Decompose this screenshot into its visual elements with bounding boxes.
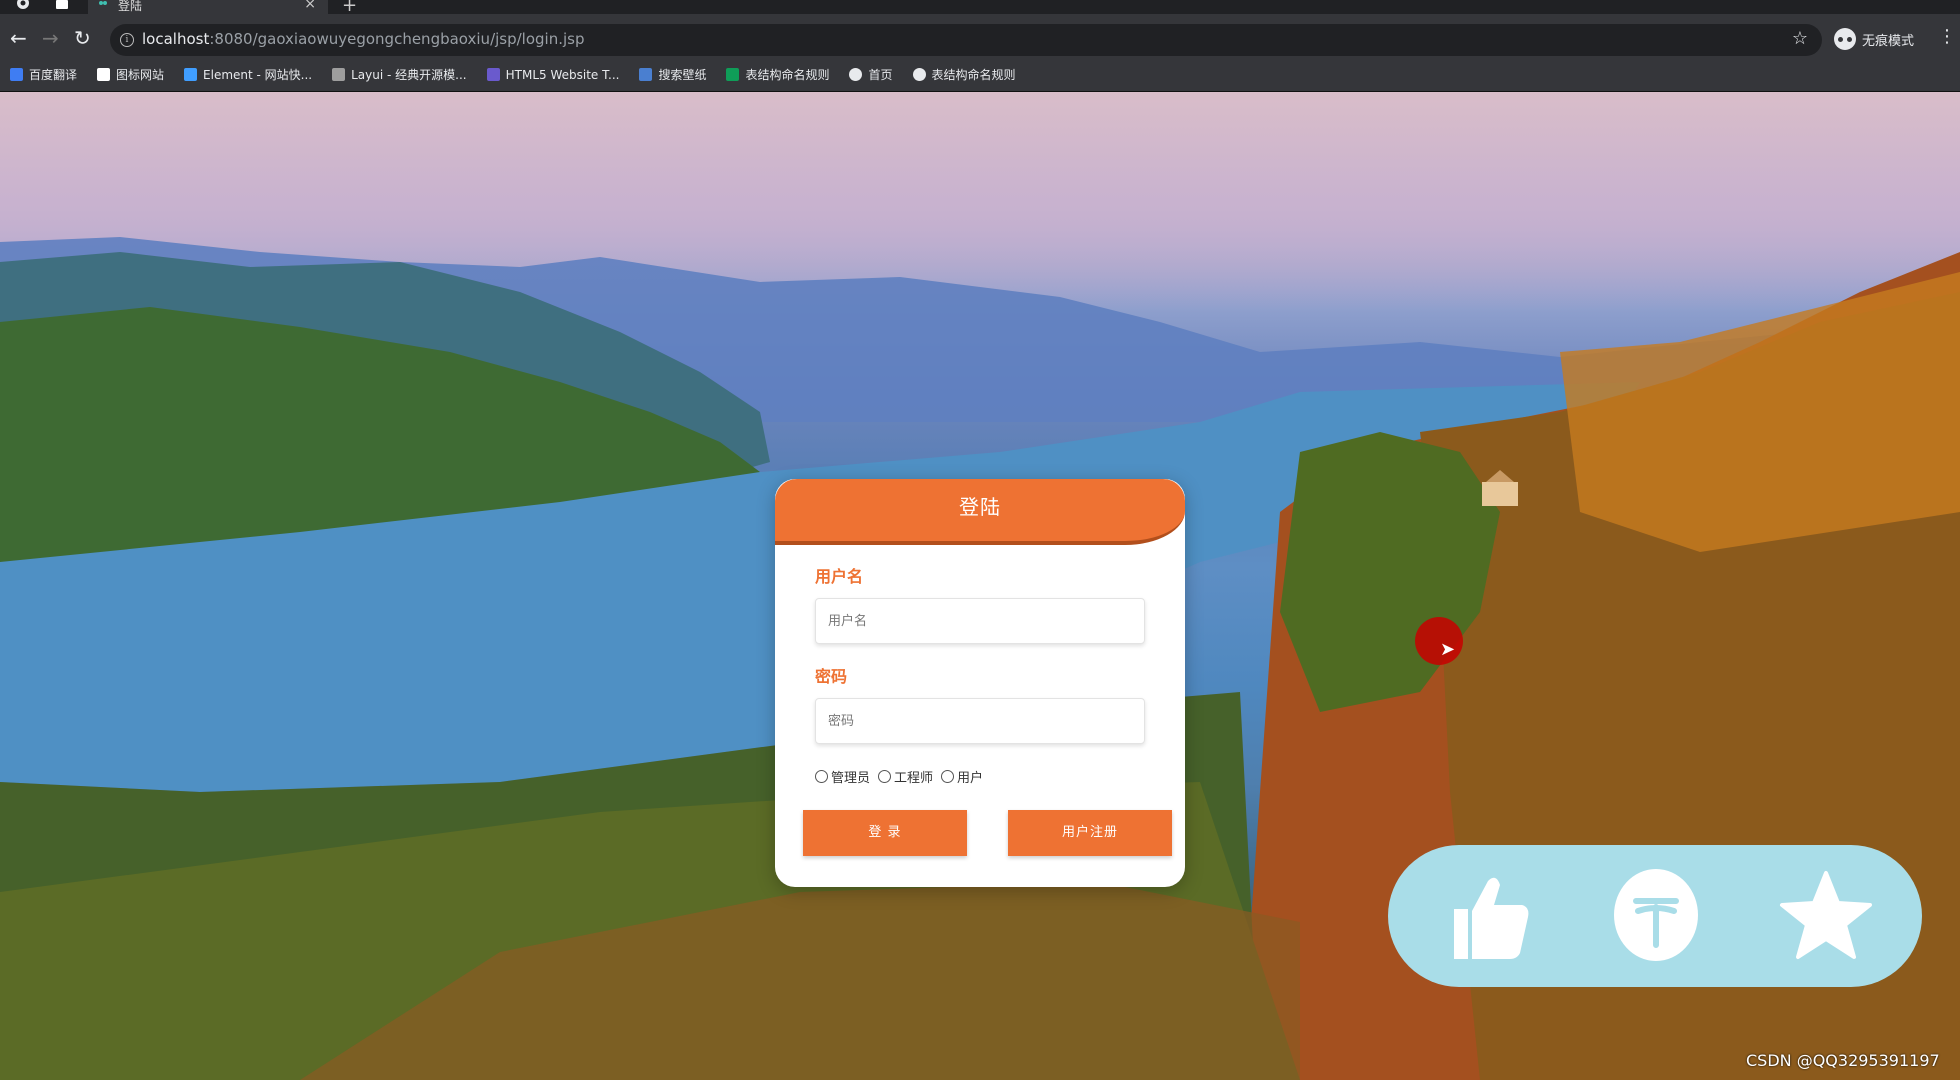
register-button[interactable]: 用户注册: [1008, 810, 1172, 856]
role-admin-label: 管理员: [831, 771, 871, 786]
bookmarks-bar: 百度翻译 图标网站 Element - 网站快... Layui - 经典开源模...…: [0, 58, 1960, 92]
role-admin-radio[interactable]: 管理员: [815, 767, 870, 786]
bookmark-item[interactable]: 搜索壁纸: [639, 66, 706, 83]
tab-login[interactable]: 登陆 ×: [88, 0, 328, 14]
browser-menu-button[interactable]: ⋮: [1938, 26, 1956, 47]
html5-icon: [486, 68, 500, 81]
radio-icon[interactable]: [815, 770, 828, 783]
watermark: CSDN @QQ3295391197: [1746, 1051, 1940, 1070]
bookmark-label: 表结构命名规则: [931, 68, 1016, 82]
incognito-icon: [1834, 28, 1856, 50]
username-label: 用户名: [815, 567, 864, 586]
wallpaper-icon: [639, 68, 653, 81]
role-user-label: 用户: [957, 771, 984, 786]
role-user-radio[interactable]: 用户: [941, 767, 983, 786]
thumbs-up-icon[interactable]: [1438, 867, 1534, 963]
site-info-icon[interactable]: i: [120, 33, 134, 47]
role-engineer-radio[interactable]: 工程师: [878, 767, 933, 786]
radio-icon[interactable]: [878, 770, 892, 783]
bookmark-item[interactable]: 图标网站: [97, 66, 164, 83]
bookmark-label: Element - 网站快...: [203, 68, 313, 82]
tab-title: 登陆: [118, 0, 143, 13]
coin-icon[interactable]: [1608, 867, 1704, 963]
login-card: 登陆 用户名 密码 管理员 工程师 用户 登 录 用户注册: [775, 479, 1185, 887]
bookmark-item[interactable]: 表结构命名规则: [726, 66, 829, 83]
page-favicon-icon: [99, 1, 107, 5]
bookmark-item[interactable]: HTML5 Website T...: [486, 67, 620, 82]
bookmark-label: 首页: [868, 68, 893, 82]
bookmark-label: 搜索壁纸: [658, 68, 707, 82]
mouse-cursor-icon: ➤: [1440, 639, 1456, 660]
tab-strip: 登陆 × +: [0, 0, 1960, 16]
back-button[interactable]: ←: [10, 26, 27, 50]
bookmark-item[interactable]: 表结构命名规则: [912, 66, 1016, 83]
bookmark-label: Layui - 经典开源模...: [351, 68, 467, 82]
login-title: 登陆: [775, 479, 1185, 545]
username-input[interactable]: [815, 598, 1145, 644]
bookmark-star-icon[interactable]: ☆: [1792, 28, 1808, 49]
bookmark-label: 百度翻译: [29, 68, 78, 82]
forward-button[interactable]: →: [42, 26, 59, 50]
bookmark-label: 表结构命名规则: [745, 68, 830, 82]
role-engineer-label: 工程师: [894, 771, 934, 786]
globe-icon: [912, 68, 926, 81]
cursor-highlight: [1415, 617, 1463, 665]
star-icon[interactable]: [1778, 867, 1874, 963]
bookmark-item[interactable]: 百度翻译: [10, 66, 77, 83]
baidu-translate-icon: [10, 68, 23, 81]
bookmark-label: 图标网站: [116, 68, 165, 82]
flag-icon: [97, 68, 111, 81]
incognito-label: 无痕模式: [1862, 33, 1915, 49]
url-text[interactable]: localhost:8080/gaoxiaowuyegongchengbaoxi…: [142, 30, 585, 48]
bookmark-item[interactable]: Layui - 经典开源模...: [332, 66, 467, 83]
incognito-indicator[interactable]: 无痕模式: [1834, 28, 1914, 50]
bookmark-item[interactable]: 首页: [849, 66, 893, 83]
address-bar[interactable]: i localhost:8080/gaoxiaowuyegongchengbao…: [110, 24, 1822, 56]
reload-button[interactable]: ↻: [74, 26, 91, 50]
window-icon[interactable]: [56, 0, 68, 9]
role-selector: 管理员 工程师 用户: [815, 767, 991, 786]
password-input[interactable]: [815, 698, 1145, 744]
layui-icon: [332, 68, 346, 81]
globe-icon: [849, 68, 863, 81]
bookmark-item[interactable]: Element - 网站快...: [184, 66, 312, 83]
action-overlay: [1388, 845, 1922, 987]
chrome-logo-icon: [17, 0, 29, 9]
tab-close-icon[interactable]: ×: [304, 0, 316, 12]
element-icon: [184, 68, 198, 81]
sheet-icon: [726, 68, 740, 81]
login-button[interactable]: 登 录: [803, 810, 967, 856]
bookmark-label: HTML5 Website T...: [505, 67, 620, 82]
password-label: 密码: [815, 667, 848, 686]
radio-icon[interactable]: [941, 770, 955, 783]
